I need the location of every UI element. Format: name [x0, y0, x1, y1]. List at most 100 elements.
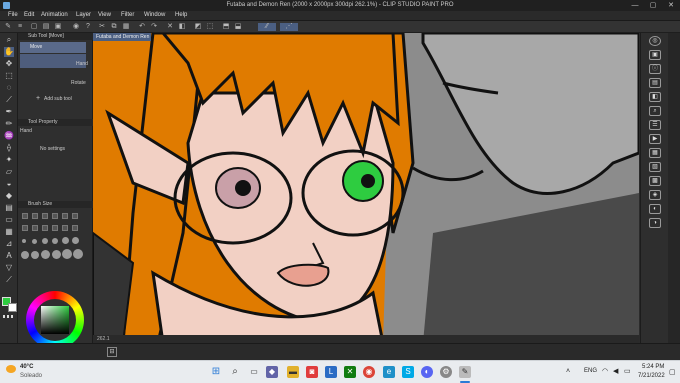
- app-red-icon[interactable]: ◙: [306, 366, 318, 378]
- language-indicator[interactable]: ENG: [584, 368, 597, 374]
- clear-icon[interactable]: ✕: [166, 23, 174, 31]
- settings-gear-icon[interactable]: ⚙: [440, 366, 452, 378]
- edge-icon[interactable]: e: [383, 366, 395, 378]
- correct-line-icon[interactable]: ⟋: [4, 275, 14, 285]
- material-pattern-icon[interactable]: ▩: [649, 176, 661, 186]
- fill-tool-icon[interactable]: ◆: [4, 191, 14, 201]
- snap-grid-icon[interactable]: ⋰: [280, 23, 298, 31]
- transparent-color-icon[interactable]: [3, 315, 15, 318]
- open-icon[interactable]: ▤: [42, 23, 50, 31]
- help-icon[interactable]: ?: [84, 23, 92, 31]
- brush-size-cell[interactable]: [72, 225, 78, 231]
- notification-icon[interactable]: ▢: [669, 368, 676, 376]
- menu-icon[interactable]: ≡: [16, 23, 24, 31]
- brush-size-cell[interactable]: [42, 225, 48, 231]
- animation-icon[interactable]: ▶: [649, 134, 661, 144]
- fill-icon[interactable]: ◩: [194, 23, 202, 31]
- gradient-icon[interactable]: ▤: [4, 203, 14, 213]
- airbrush-icon[interactable]: ⟠: [4, 143, 14, 153]
- figure-icon[interactable]: ▭: [4, 215, 14, 225]
- clip-studio-icon[interactable]: ✎: [459, 366, 471, 378]
- pen-tool-icon[interactable]: ✒: [4, 107, 14, 117]
- windows-start-icon[interactable]: ⊞: [210, 366, 222, 378]
- eyedropper-icon[interactable]: ⟋: [4, 95, 14, 105]
- xbox-icon[interactable]: ✕: [344, 366, 356, 378]
- user-icon[interactable]: ◉: [72, 23, 80, 31]
- lasso-icon[interactable]: ◌: [4, 83, 14, 93]
- brush-size-cell[interactable]: [22, 213, 28, 219]
- sub-tool-move[interactable]: Move: [20, 42, 86, 53]
- brush-size-cell[interactable]: [41, 250, 50, 259]
- snap-ruler-icon[interactable]: ⁄⁄: [258, 23, 276, 31]
- decoration-icon[interactable]: ✦: [4, 155, 14, 165]
- move-icon[interactable]: ✥: [4, 59, 14, 69]
- brush-size-cell[interactable]: [22, 225, 28, 231]
- menu-filter[interactable]: Filter: [121, 12, 134, 18]
- menu-layer[interactable]: Layer: [76, 12, 91, 18]
- eraser-icon[interactable]: ▱: [4, 167, 14, 177]
- menu-file[interactable]: File: [8, 12, 18, 18]
- material-color-icon[interactable]: ◐: [649, 204, 661, 214]
- menu-animation[interactable]: Animation: [41, 12, 68, 18]
- brush-size-cell[interactable]: [52, 250, 61, 259]
- temperature[interactable]: 40°C: [20, 364, 33, 370]
- brush-size-cell[interactable]: [42, 238, 48, 244]
- material-icon[interactable]: ▦: [649, 148, 661, 158]
- battery-icon[interactable]: ▭: [624, 367, 631, 375]
- weather-text[interactable]: Soleado: [20, 373, 42, 379]
- task-view-icon[interactable]: ▭: [248, 366, 260, 378]
- layer-prop-icon[interactable]: ◧: [649, 92, 661, 102]
- brush-size-cell[interactable]: [21, 251, 29, 259]
- hand-icon[interactable]: ✋: [4, 47, 14, 57]
- brush-size-cell[interactable]: [52, 213, 58, 219]
- transform-icon[interactable]: ⬚: [206, 23, 214, 31]
- new-file-icon[interactable]: ▢: [30, 23, 38, 31]
- add-icon[interactable]: +: [36, 95, 40, 102]
- zoom-icon[interactable]: ⌕: [4, 35, 14, 45]
- canvas-tab[interactable]: Futaba and Demon Ren: [93, 33, 151, 41]
- brush-size-cell[interactable]: [52, 225, 58, 231]
- menu-edit[interactable]: Edit: [24, 12, 34, 18]
- menu-help[interactable]: Help: [175, 12, 187, 18]
- search-icon[interactable]: ⌕: [229, 366, 241, 378]
- brush-size-cell[interactable]: [52, 238, 58, 244]
- brush-size-cell[interactable]: [32, 213, 38, 219]
- fit-view-icon[interactable]: ⊟: [107, 347, 117, 357]
- maximize-button[interactable]: ▢: [648, 1, 658, 10]
- chrome-icon[interactable]: ◉: [363, 366, 375, 378]
- brush-size-cell[interactable]: [62, 225, 68, 231]
- material-brush-icon[interactable]: ◑: [649, 218, 661, 228]
- skype-icon[interactable]: S: [402, 366, 414, 378]
- pencil-icon[interactable]: ✏: [4, 119, 14, 129]
- layers-icon[interactable]: ☰: [649, 120, 661, 130]
- select-icon[interactable]: ⬒: [222, 23, 230, 31]
- selection-icon[interactable]: ⬚: [4, 71, 14, 81]
- brush-size-cell[interactable]: [32, 239, 37, 244]
- balloon-icon[interactable]: ▽: [4, 263, 14, 273]
- trim-icon[interactable]: ◧: [178, 23, 186, 31]
- material-3d-icon[interactable]: ◈: [649, 190, 661, 200]
- paste-icon[interactable]: ▦: [122, 23, 130, 31]
- canvas[interactable]: [93, 33, 639, 343]
- cut-icon[interactable]: ✂: [98, 23, 106, 31]
- frame-icon[interactable]: ▦: [4, 227, 14, 237]
- brush-size-cell[interactable]: [62, 213, 68, 219]
- minimize-button[interactable]: —: [630, 1, 640, 10]
- app-l-icon[interactable]: L: [325, 366, 337, 378]
- undo-icon[interactable]: ↶: [138, 23, 146, 31]
- brush-icon[interactable]: ♒: [4, 131, 14, 141]
- brush-size-cell[interactable]: [62, 237, 69, 244]
- close-button[interactable]: ✕: [666, 1, 676, 10]
- deselect-icon[interactable]: ⬓: [234, 23, 242, 31]
- brush-size-cell[interactable]: [22, 239, 26, 243]
- ruler-icon[interactable]: ⊿: [4, 239, 14, 249]
- weather-sun-icon[interactable]: [6, 365, 16, 373]
- brush-size-cell[interactable]: [72, 237, 79, 244]
- brush-size-cell[interactable]: [62, 249, 72, 259]
- chat-icon[interactable]: ◆: [266, 366, 278, 378]
- text-icon[interactable]: A: [4, 251, 14, 261]
- sub-view-icon[interactable]: ▣: [649, 50, 661, 60]
- info-icon[interactable]: ⓘ: [649, 64, 661, 74]
- discord-icon[interactable]: ◐: [421, 366, 433, 378]
- brush-size-cell[interactable]: [31, 251, 39, 259]
